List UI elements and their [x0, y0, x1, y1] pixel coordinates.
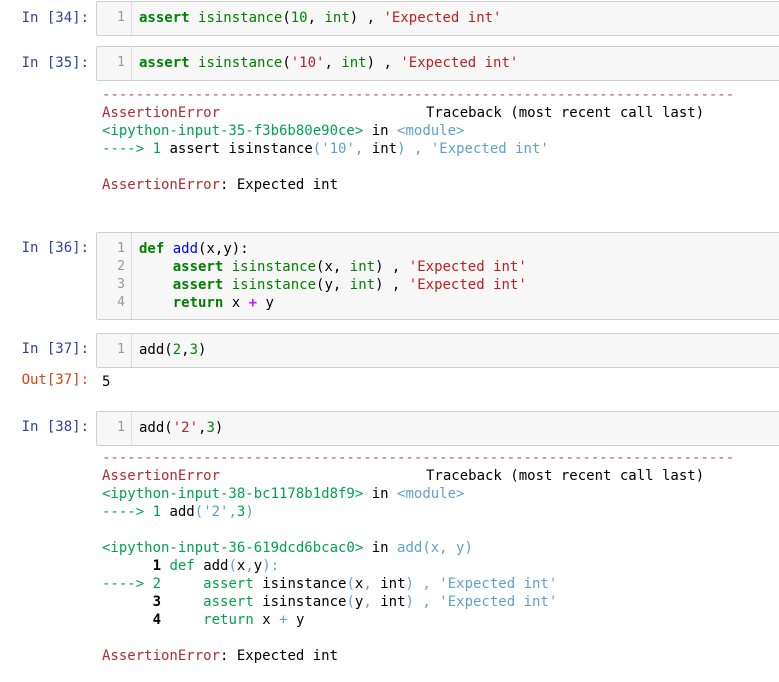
traceback-header-line: AssertionError Traceback (most recent cal… — [102, 105, 704, 121]
line-number: 4 — [117, 295, 125, 310]
line-number: 2 — [117, 259, 125, 274]
traceback-code-line: ----> 2 assert isinstance(x, int) , 'Exp… — [102, 576, 558, 592]
code-line: assert isinstance(x, int) , 'Expected in… — [172, 259, 527, 275]
traceback-header-line: AssertionError Traceback (most recent cal… — [102, 468, 704, 484]
line-number: 3 — [117, 277, 125, 292]
traceback-code-line: 1 def add(x,y): — [152, 558, 280, 574]
line-number: 1 — [117, 241, 125, 256]
cell-38: In [38]: 1 add('2',3) ------------------… — [0, 408, 779, 682]
code-input[interactable]: 1 add(2,3) — [96, 333, 779, 368]
traceback-header: Traceback (most recent call last) — [426, 468, 705, 484]
code-line: return x + y — [172, 295, 274, 311]
error-message: AssertionError: Expected int — [102, 177, 339, 193]
traceback-header: Traceback (most recent call last) — [426, 105, 705, 121]
input-prompt: In [36]: — [21, 240, 89, 256]
traceback-location: <ipython-input-36-619dcd6bcac0> in add(x… — [102, 540, 473, 556]
cell-36: In [36]: 1 2 3 4 def add(x,y): assert is… — [0, 230, 779, 325]
error-message: AssertionError: Expected int — [102, 648, 339, 664]
input-prompt: In [37]: — [21, 341, 89, 357]
output-value: 5 — [102, 374, 111, 390]
code-line: assert isinstance(y, int) , 'Expected in… — [172, 277, 527, 293]
cell-34: In [34]: 1 assert isinstance(10, int) , … — [0, 0, 779, 40]
line-number-gutter: 1 — [97, 47, 132, 80]
code-input[interactable]: 1 assert isinstance('10', int) , 'Expect… — [96, 46, 779, 81]
error-name: AssertionError — [102, 468, 221, 484]
code-line: def add(x,y): — [139, 241, 249, 257]
line-number: 1 — [117, 420, 125, 435]
line-number: 1 — [117, 10, 125, 25]
line-number: 1 — [117, 55, 125, 70]
code-line: add(2,3) — [139, 342, 207, 358]
line-number-gutter: 1 — [97, 334, 132, 367]
cell-37: In [37]: 1 add(2,3) Out[37]: 5 — [0, 330, 779, 395]
line-number-gutter: 1 — [97, 412, 132, 445]
traceback-location: <ipython-input-35-f3b6b80e90ce> in <modu… — [102, 123, 465, 139]
line-number: 1 — [117, 342, 125, 357]
cell-35: In [35]: 1 assert isinstance('10', int) … — [0, 45, 779, 225]
code-input[interactable]: 1 add('2',3) — [96, 411, 779, 446]
code-line: assert isinstance('10', int) , 'Expected… — [139, 55, 519, 71]
traceback-separator: ----------------------------------------… — [102, 450, 735, 466]
input-prompt: In [34]: — [21, 10, 89, 26]
traceback-code-line: ----> 1 assert isinstance('10', int) , '… — [102, 141, 549, 157]
traceback-code-line: 4 return x + y — [152, 612, 305, 628]
code-input[interactable]: 1 assert isinstance(10, int) , 'Expected… — [96, 1, 779, 36]
traceback-code-line: 3 assert isinstance(y, int) , 'Expected … — [152, 594, 558, 610]
traceback-code-line: ----> 1 add('2',3) — [102, 504, 254, 520]
code-input[interactable]: 1 2 3 4 def add(x,y): assert isinstance(… — [96, 232, 779, 320]
input-prompt: In [35]: — [21, 55, 89, 71]
error-output: ----------------------------------------… — [102, 450, 734, 674]
input-prompt: In [38]: — [21, 419, 89, 435]
output-prompt: Out[37]: — [21, 372, 89, 388]
line-number-gutter: 1 2 3 4 — [97, 233, 132, 319]
code-line: add('2',3) — [139, 420, 224, 436]
line-number-gutter: 1 — [97, 2, 132, 35]
code-line: assert isinstance(10, int) , 'Expected i… — [139, 10, 502, 26]
traceback-separator: ----------------------------------------… — [102, 87, 735, 103]
error-name: AssertionError — [102, 105, 221, 121]
traceback-location: <ipython-input-38-bc1178b1d8f9> in <modu… — [102, 486, 465, 502]
error-output: ----------------------------------------… — [102, 87, 734, 199]
